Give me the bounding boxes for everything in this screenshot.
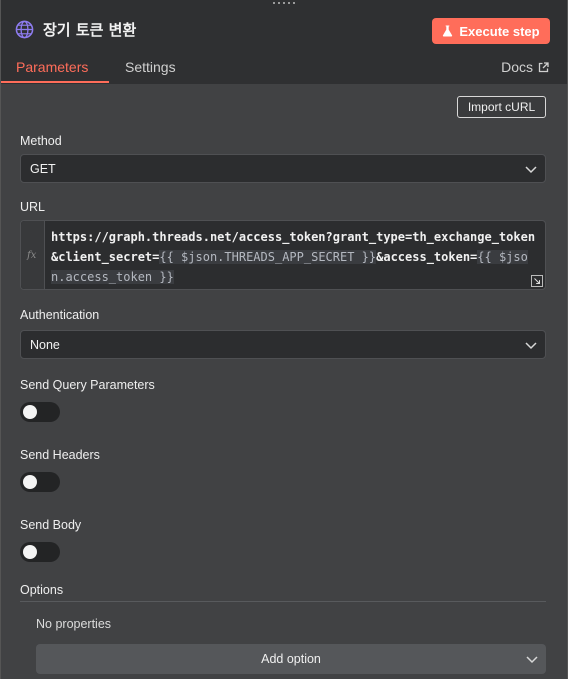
toggle-knob [23,405,37,419]
chevron-down-icon [526,656,538,664]
url-expression-secret: {{ $json.THREADS_APP_SECRET }} [159,250,377,264]
active-tab-indicator [1,81,109,83]
send-body-label: Send Body [20,518,82,532]
tab-settings[interactable]: Settings [125,59,176,75]
method-select[interactable]: GET [20,154,546,183]
no-properties-text: No properties [36,617,112,631]
authentication-label: Authentication [20,308,100,322]
url-label: URL [20,200,46,214]
send-headers-toggle[interactable] [20,472,60,492]
expression-mode-indicator: fx [21,221,45,289]
node-title[interactable]: 장기 토큰 변환 [43,19,136,40]
toggle-knob [23,475,37,489]
add-option-button[interactable]: Add option [36,644,546,674]
send-body-toggle[interactable] [20,542,60,562]
options-divider [20,601,546,602]
authentication-select[interactable]: None [20,330,546,359]
method-value: GET [30,161,56,176]
chevron-down-icon [525,342,537,350]
docs-link[interactable]: Docs [501,59,549,75]
url-value[interactable]: https://graph.threads.net/access_token?g… [51,227,541,287]
add-option-label: Add option [261,652,321,666]
import-curl-button[interactable]: Import cURL [457,96,546,118]
execute-step-button[interactable]: Execute step [432,18,550,44]
fx-icon: fx [27,250,37,261]
tab-parameters[interactable]: Parameters [16,59,88,75]
options-label: Options [20,583,64,597]
expand-editor-icon[interactable] [531,275,543,287]
send-query-label: Send Query Parameters [20,378,155,392]
execute-step-label: Execute step [459,23,540,39]
send-headers-label: Send Headers [20,448,100,462]
title-row: 장기 토큰 변환 [15,19,136,40]
flask-icon [443,25,453,37]
external-link-icon [538,61,549,72]
chevron-down-icon [525,166,537,174]
docs-label: Docs [501,59,533,75]
globe-icon [15,20,34,39]
authentication-value: None [30,337,60,352]
panel-header: 장기 토큰 변환 Execute step Parameters Setting… [1,0,567,84]
tab-bar: Parameters Settings Docs [1,57,567,84]
send-query-toggle[interactable] [20,402,60,422]
drag-handle[interactable] [269,0,299,6]
url-input[interactable]: fx https://graph.threads.net/access_toke… [20,220,546,290]
node-settings-panel: 장기 토큰 변환 Execute step Parameters Setting… [0,0,568,679]
toggle-knob [23,545,37,559]
method-label: Method [20,134,62,148]
